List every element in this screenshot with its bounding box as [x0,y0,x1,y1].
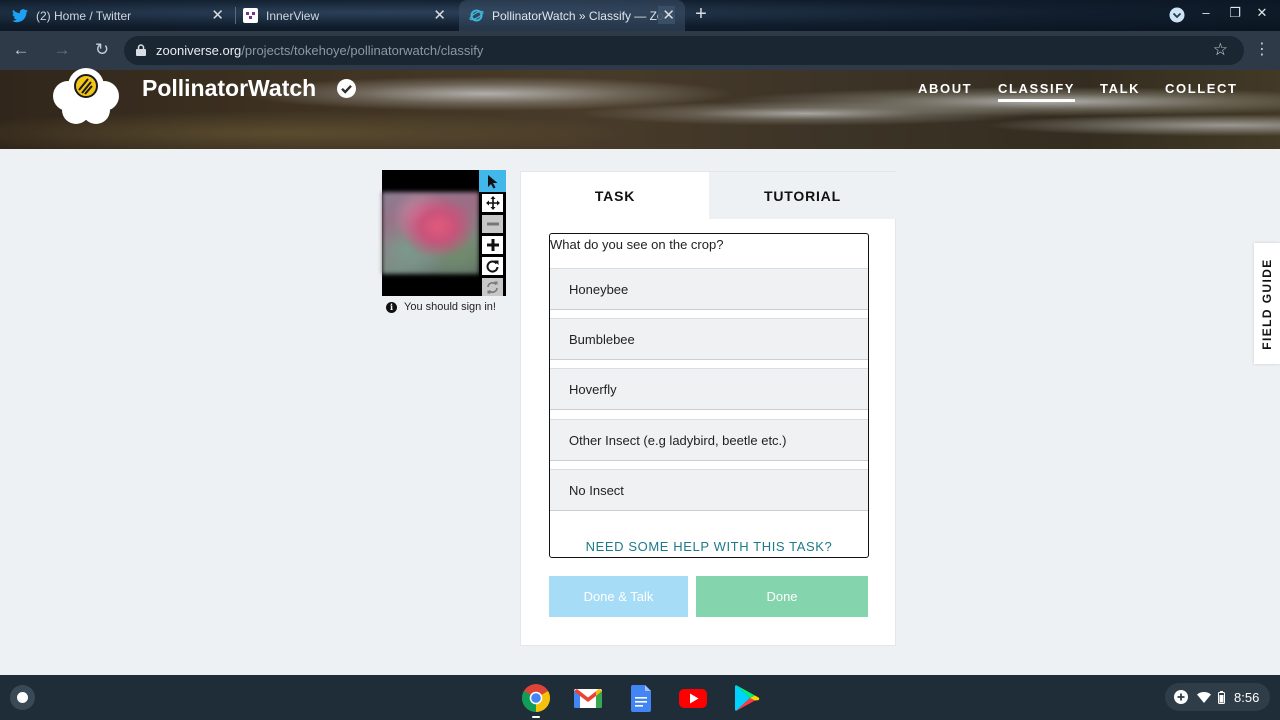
innerview-icon [242,8,258,24]
browser-toolbar: ← → ↻ zooniverse.org/projects/tokehoye/p… [0,31,1280,70]
launcher-icon[interactable] [10,685,35,710]
new-tab-button[interactable]: + [690,4,712,26]
profile-menu-icon[interactable] [1167,7,1187,26]
url-host: zooniverse.org [156,43,242,58]
tab-title: PollinatorWatch » Classify — Zo [492,8,664,23]
answer-no-insect[interactable]: No Insect [550,469,868,511]
verified-badge-icon [337,79,356,98]
browser-menu-icon[interactable]: ⋮ [1254,39,1270,59]
zooniverse-icon [468,8,484,24]
tab-divider [235,7,236,24]
active-app-indicator [532,716,540,718]
wifi-icon [1197,691,1211,703]
viewer-toolbar [479,170,506,296]
rotate-icon[interactable] [482,257,503,275]
answer-other-insect[interactable]: Other Insect (e.g ladybird, beetle etc.) [550,419,868,461]
tab-title: InnerView [266,8,320,23]
nav-talk[interactable]: TALK [1100,81,1140,96]
pointer-icon[interactable] [479,170,506,192]
nav-collect[interactable]: COLLECT [1165,81,1238,96]
url-path: /projects/tokehoye/pollinatorwatch/class… [241,43,484,58]
answer-hoverfly[interactable]: Hoverfly [550,368,868,410]
tab-twitter[interactable]: (2) Home / Twitter ✕ [12,0,234,31]
task-panel: TASK TUTORIAL What do you see on the cro… [520,171,896,646]
zoom-out-icon[interactable] [482,215,503,233]
tab-pollinatorwatch[interactable]: PollinatorWatch » Classify — Zo ✕ [459,0,685,31]
forward-icon[interactable]: → [51,39,73,61]
task-help-link[interactable]: NEED SOME HELP WITH THIS TASK? [550,539,868,554]
address-bar[interactable]: zooniverse.org/projects/tokehoye/pollina… [124,36,1244,65]
project-logo[interactable] [50,66,122,126]
play-store-icon[interactable] [731,683,761,713]
answer-bumblebee[interactable]: Bumblebee [550,318,868,360]
move-icon[interactable] [482,194,503,212]
reload-icon[interactable]: ↻ [91,39,113,61]
browser-tab-strip: (2) Home / Twitter ✕ InnerView ✕ Pollina… [0,0,1280,31]
answer-honeybee[interactable]: Honeybee [550,268,868,310]
subject-viewer[interactable] [382,170,479,296]
tab-innerview[interactable]: InnerView ✕ [242,0,456,31]
status-area[interactable]: 8:56 [1165,683,1270,711]
zoom-in-icon[interactable] [482,236,503,254]
done-button[interactable]: Done [696,576,868,617]
close-tab-icon[interactable]: ✕ [658,6,675,24]
project-header: PollinatorWatch ABOUT CLASSIFY TALK COLL… [0,68,1280,149]
close-tab-icon[interactable]: ✕ [433,6,446,24]
tab-task[interactable]: TASK [521,172,709,219]
reset-icon[interactable] [482,278,503,296]
bookmark-star-icon[interactable]: ☆ [1213,40,1228,60]
subject-image[interactable] [382,192,479,274]
tab-tutorial[interactable]: TUTORIAL [709,172,896,219]
close-tab-icon[interactable]: ✕ [211,6,224,24]
back-icon[interactable]: ← [10,39,32,61]
docs-icon[interactable] [626,683,656,713]
battery-icon [1218,690,1225,704]
field-guide-tab[interactable]: FIELD GUIDE [1254,243,1280,364]
youtube-icon[interactable] [678,683,708,713]
task-question: What do you see on the crop? [550,237,724,252]
url-text: zooniverse.org/projects/tokehoye/pollina… [156,43,483,58]
chrome-icon[interactable] [521,683,551,713]
field-guide-label: FIELD GUIDE [1260,257,1274,350]
nav-classify[interactable]: CLASSIFY [998,81,1076,102]
twitter-icon [12,8,28,24]
tab-title: (2) Home / Twitter [36,8,132,23]
system-shelf: 8:56 [0,675,1280,720]
add-icon [1174,690,1188,704]
restore-icon[interactable]: ❐ [1225,5,1245,21]
clock: 8:56 [1234,689,1260,705]
done-and-talk-button[interactable]: Done & Talk [549,576,688,617]
close-window-icon[interactable]: ✕ [1252,5,1272,21]
signin-note: i You should sign in! [386,301,496,313]
task-area: What do you see on the crop? Honeybee Bu… [549,233,869,558]
gmail-icon[interactable] [573,683,603,713]
signin-note-text: You should sign in! [404,301,496,313]
info-icon: i [386,301,397,313]
lock-icon [136,44,146,56]
project-title[interactable]: PollinatorWatch [142,75,316,102]
nav-about[interactable]: ABOUT [918,81,972,96]
minimize-icon[interactable]: ‒ [1196,5,1216,20]
